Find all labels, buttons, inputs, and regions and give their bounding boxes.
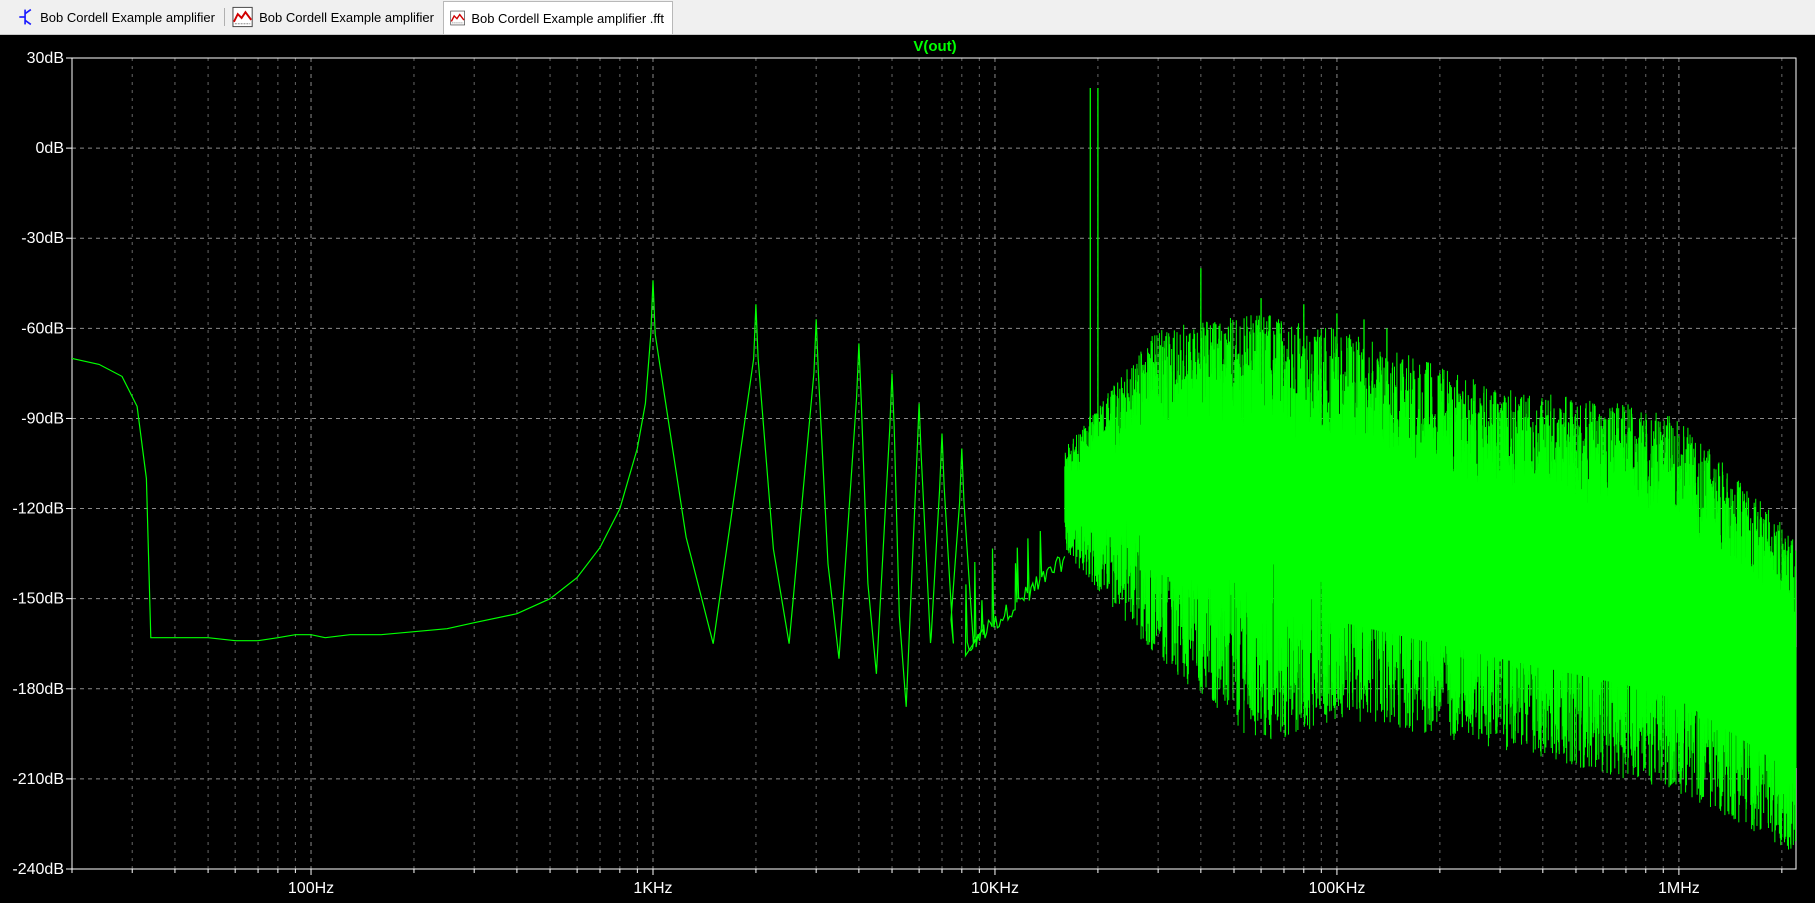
tab-label: Bob Cordell Example amplifier .fft <box>471 10 664 26</box>
tab-label: Bob Cordell Example amplifier <box>259 9 434 25</box>
y-tick-label: -240dB <box>12 861 64 878</box>
fft-plot[interactable]: 30dB 0dB -30dB -60dB -90dB -120dB -150dB -180dB… <box>0 35 1815 903</box>
x-tick-label: 100KHz <box>1308 880 1365 897</box>
y-tick-label: -150dB <box>12 591 64 608</box>
plot-pane[interactable]: 30dB 0dB -30dB -60dB -90dB -120dB -150dB -180dB… <box>0 35 1815 903</box>
waveform-icon <box>450 10 465 26</box>
y-tick-label: -180dB <box>12 681 64 698</box>
tab-fft[interactable]: Bob Cordell Example amplifier .fft <box>443 1 673 34</box>
tab-waveform[interactable]: Bob Cordell Example amplifier <box>226 3 442 31</box>
x-tick-label: 1KHz <box>633 880 672 897</box>
x-tick-label: 10KHz <box>971 880 1019 897</box>
y-tick-label: -60dB <box>21 320 64 337</box>
y-tick-label: -120dB <box>12 501 64 518</box>
y-tick-label: -30dB <box>21 230 64 247</box>
y-tick-label: -210dB <box>12 771 64 788</box>
x-tick-label: 100Hz <box>288 880 334 897</box>
x-tick-label: 1MHz <box>1658 880 1700 897</box>
tab-bar: Bob Cordell Example amplifier Bob Cordel… <box>0 0 1815 35</box>
schematic-icon <box>19 8 32 26</box>
y-tick-label: 0dB <box>36 140 64 157</box>
waveform-icon <box>232 6 253 28</box>
tab-schematic[interactable]: Bob Cordell Example amplifier <box>10 3 223 31</box>
tab-label: Bob Cordell Example amplifier <box>40 9 215 25</box>
y-tick-label: -90dB <box>21 410 64 427</box>
trace-title[interactable]: V(out) <box>913 38 956 55</box>
y-tick-label: 30dB <box>27 50 64 67</box>
